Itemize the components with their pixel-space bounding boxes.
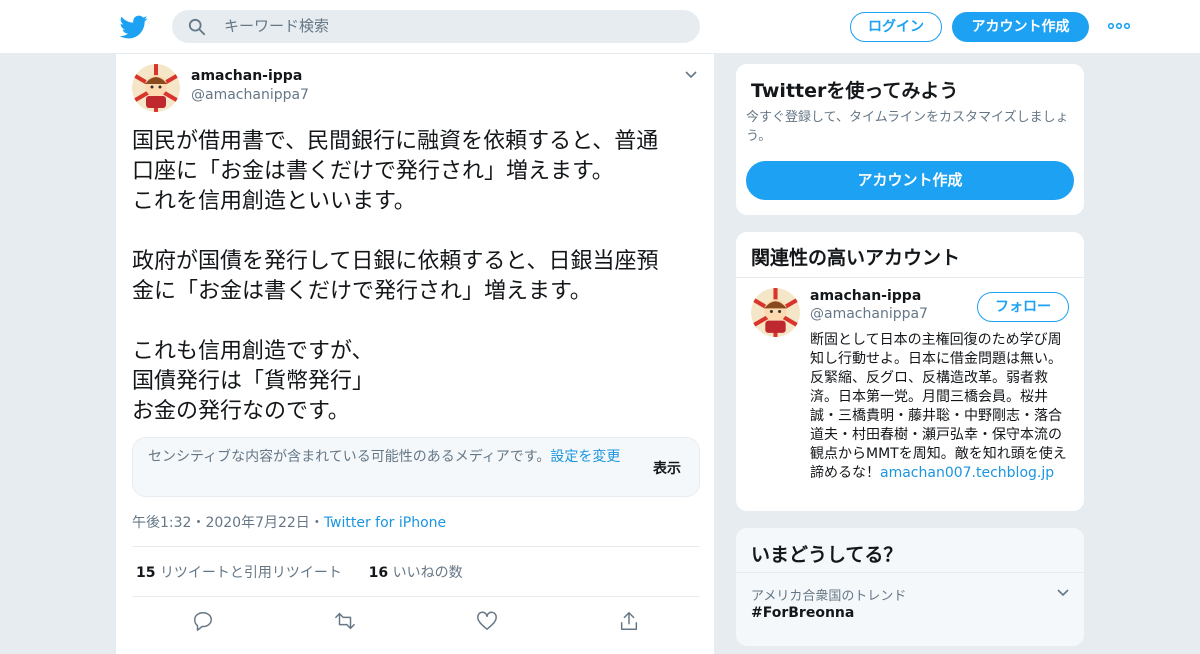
twitter-bird-icon[interactable] bbox=[120, 13, 148, 41]
reply-icon[interactable] bbox=[192, 610, 214, 632]
search-box[interactable]: キーワード検索 bbox=[172, 10, 700, 43]
trend-hashtag[interactable]: #ForBreonna bbox=[751, 605, 854, 621]
signup-panel: Twitterを使ってみよう 今すぐ登録して、タイムラインをカスタマイズしましょ… bbox=[735, 63, 1085, 216]
follow-button[interactable]: フォロー bbox=[977, 292, 1069, 322]
tweet-text: 国民が借用書で、民間銀行に融資を依頼すると、普通 口座に「お金は書くだけで発行さ… bbox=[132, 129, 659, 424]
divider bbox=[132, 596, 700, 597]
chevron-down-icon[interactable] bbox=[684, 70, 698, 80]
chevron-down-icon[interactable] bbox=[1056, 588, 1070, 598]
avatar-image bbox=[751, 288, 800, 337]
sensitive-media-notice: センシティブな内容が含まれている可能性のあるメディアです。設定を変更 表示 bbox=[132, 437, 700, 497]
share-icon[interactable] bbox=[618, 610, 640, 632]
more-dots-icon[interactable] bbox=[1108, 22, 1130, 30]
retweet-count[interactable]: 15 bbox=[136, 565, 155, 581]
avatar[interactable] bbox=[132, 64, 180, 112]
avatar[interactable] bbox=[751, 288, 800, 337]
bio-link[interactable]: amachan007.techblog.jp bbox=[880, 465, 1054, 481]
signup-button-large[interactable]: アカウント作成 bbox=[746, 161, 1074, 200]
sensitive-notice-text: センシティブな内容が含まれている可能性のあるメディアです。設定を変更 bbox=[148, 448, 638, 467]
tweet-card: amachan-ippa @amachanippa7 国民が借用書で、民間銀行に… bbox=[115, 54, 715, 654]
tweet-date[interactable]: 2020年7月22日 bbox=[205, 515, 309, 531]
show-media-button[interactable]: 表示 bbox=[653, 458, 681, 478]
divider bbox=[132, 546, 700, 547]
panel-title: Twitterを使ってみよう bbox=[751, 80, 959, 102]
divider bbox=[736, 572, 1084, 573]
top-navigation-bar: キーワード検索 ログイン アカウント作成 bbox=[0, 0, 1200, 54]
sensitive-message: センシティブな内容が含まれている可能性のあるメディアです。 bbox=[148, 449, 551, 465]
panel-title: いまどうしてる？ bbox=[751, 544, 903, 566]
bio-text: 断固として日本の主権回復のため学び周知し行動せよ。日本に借金問題は無い。反緊縮、… bbox=[810, 332, 1067, 481]
like-label[interactable]: いいねの数 bbox=[393, 565, 463, 581]
tweet-source-link[interactable]: Twitter for iPhone bbox=[324, 515, 446, 531]
search-input[interactable]: キーワード検索 bbox=[224, 10, 329, 43]
tweet-metadata: 午後1:32・2020年7月22日・Twitter for iPhone bbox=[132, 515, 447, 531]
avatar-image bbox=[132, 64, 180, 112]
login-button[interactable]: ログイン bbox=[850, 12, 942, 42]
panel-description: 今すぐ登録して、タイムラインをカスタマイズしましょう。 bbox=[746, 110, 1069, 144]
related-accounts-panel: 関連性の高いアカウント amachan-ippa @amachanippa7 フ… bbox=[735, 231, 1085, 512]
panel-title: 関連性の高いアカウント bbox=[751, 247, 961, 269]
retweet-icon[interactable] bbox=[334, 610, 356, 632]
account-bio: 断固として日本の主権回復のため学び周知し行動せよ。日本に借金問題は無い。反緊縮、… bbox=[810, 331, 1072, 483]
tweet-stats: 15 リツイートと引用リツイート 16 いいねの数 bbox=[136, 562, 463, 582]
retweet-label[interactable]: リツイートと引用リツイート bbox=[160, 565, 342, 581]
trend-location: アメリカ合衆国のトレンド bbox=[751, 589, 907, 604]
signup-button[interactable]: アカウント作成 bbox=[952, 12, 1089, 42]
tweet-time[interactable]: 午後1:32 bbox=[132, 515, 191, 531]
divider bbox=[736, 277, 1084, 278]
account-name[interactable]: amachan-ippa bbox=[810, 288, 921, 304]
like-count[interactable]: 16 bbox=[369, 565, 388, 581]
account-handle[interactable]: @amachanippa7 bbox=[810, 306, 928, 322]
change-settings-link[interactable]: 設定を変更 bbox=[550, 449, 620, 465]
trends-panel: いまどうしてる？ アメリカ合衆国のトレンド #ForBreonna bbox=[735, 527, 1085, 647]
like-heart-icon[interactable] bbox=[476, 610, 498, 632]
author-handle[interactable]: @amachanippa7 bbox=[191, 87, 309, 103]
author-name[interactable]: amachan-ippa bbox=[191, 68, 302, 84]
search-icon bbox=[188, 18, 206, 36]
